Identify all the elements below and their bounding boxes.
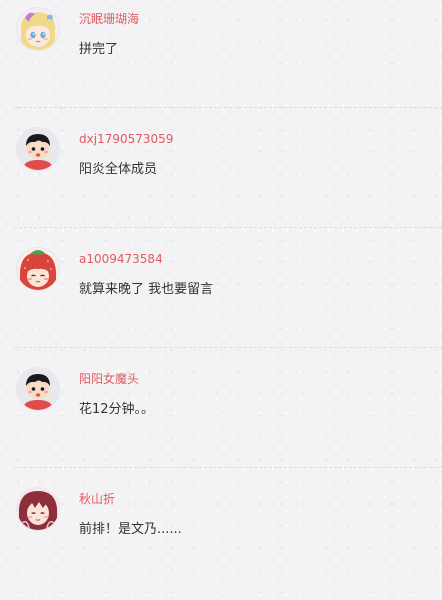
comment-text: 阳炎全体成员 xyxy=(79,162,158,177)
comment-divider xyxy=(14,347,442,348)
comment-divider xyxy=(14,467,442,468)
default-black-hair-avatar[interactable] xyxy=(17,368,59,410)
comment-text: 前排！是文乃...... xyxy=(79,522,182,537)
comment-item: a1009473584 就算来晚了 我也要留言 xyxy=(0,240,442,360)
default-black-hair-avatar[interactable] xyxy=(17,128,59,170)
comment-username[interactable]: dxj1790573059 xyxy=(79,131,173,147)
comment-username[interactable]: 沉眠珊瑚海 xyxy=(79,11,139,27)
comment-divider xyxy=(14,107,442,108)
comment-item: dxj1790573059 阳炎全体成员 xyxy=(0,120,442,240)
comment-text: 拼完了 xyxy=(79,42,119,57)
comment-username[interactable]: 秋山折 xyxy=(79,491,115,507)
comment-item: 秋山折 前排！是文乃...... xyxy=(0,480,442,600)
comment-item: 阳阳女魔头 花12分钟。。 xyxy=(0,360,442,480)
comment-username[interactable]: a1009473584 xyxy=(79,251,163,267)
comment-list: 沉眠珊瑚海 拼完了 dxj1790573059 阳炎全体成员 a10094735… xyxy=(0,0,442,580)
comment-username[interactable]: 阳阳女魔头 xyxy=(79,371,139,387)
strawberry-girl-avatar[interactable] xyxy=(17,248,59,290)
comment-text: 就算来晚了 我也要留言 xyxy=(79,282,214,297)
comment-text: 花12分钟。。 xyxy=(79,402,155,417)
comment-divider xyxy=(14,227,442,228)
anime-girl-blonde-avatar[interactable] xyxy=(17,8,59,50)
anime-girl-red-hair-avatar[interactable] xyxy=(17,488,59,530)
comment-item: 沉眠珊瑚海 拼完了 xyxy=(0,0,442,120)
